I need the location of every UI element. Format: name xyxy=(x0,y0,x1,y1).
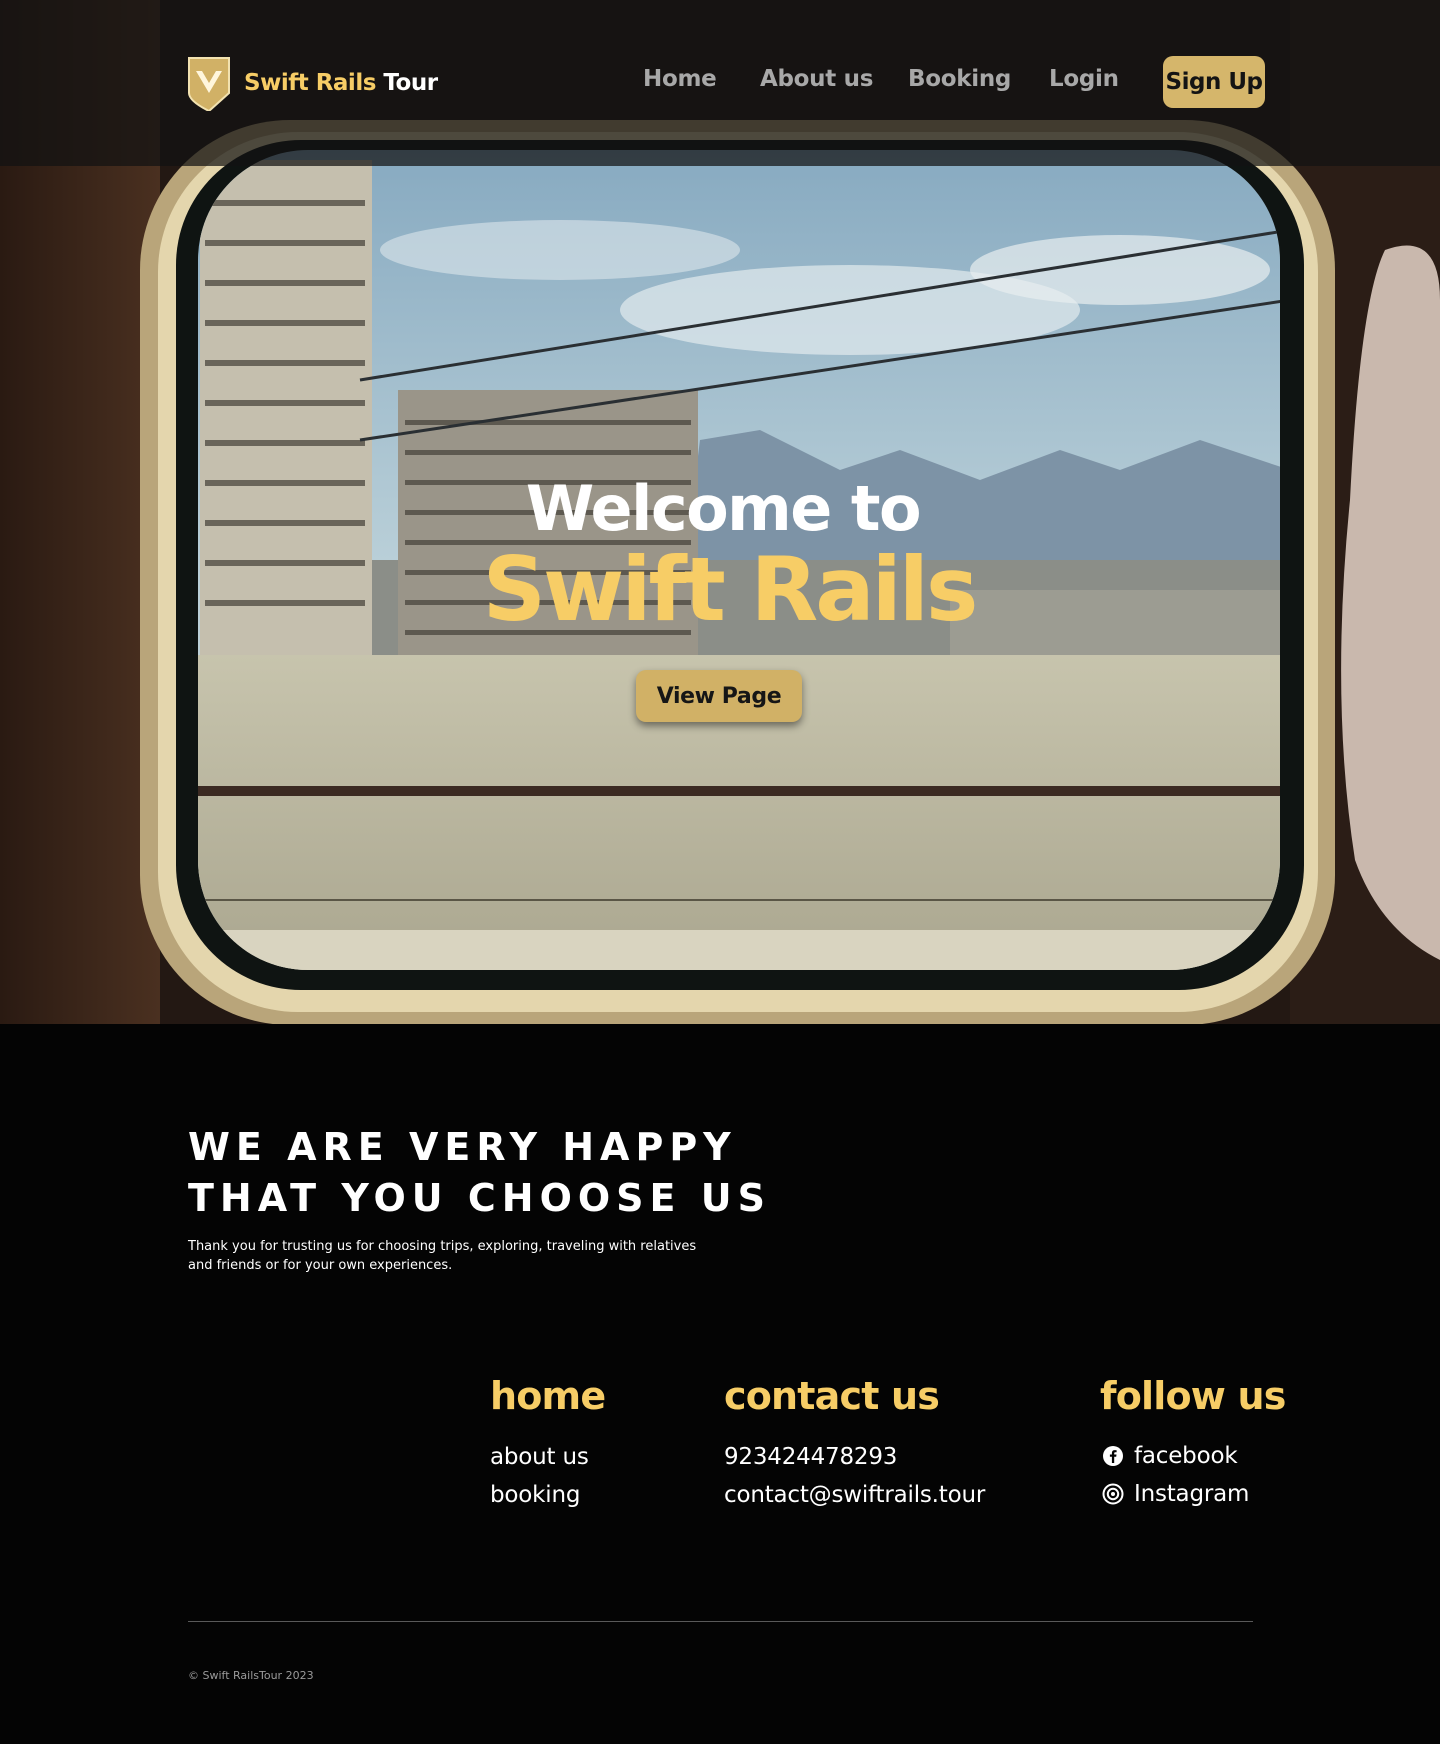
footer-contact-title: contact us xyxy=(724,1374,940,1418)
footer-contact-phone[interactable]: 923424478293 xyxy=(724,1444,897,1470)
instagram-icon xyxy=(1102,1483,1124,1505)
footer-instagram-link[interactable]: Instagram xyxy=(1102,1481,1249,1507)
about-text: Thank you for trusting us for choosing t… xyxy=(188,1237,728,1275)
about-heading: WE ARE VERY HAPPY THAT YOU CHOOSE US xyxy=(188,1122,771,1224)
about-text-line2: and friends or for your own experiences. xyxy=(188,1258,453,1273)
nav-login[interactable]: Login xyxy=(1049,66,1119,92)
hero-brand-title: Swift Rails xyxy=(482,538,979,641)
view-page-button[interactable]: View Page xyxy=(636,670,802,722)
footer-follow-title: follow us xyxy=(1100,1374,1286,1418)
logo[interactable]: Swift Rails Tour xyxy=(186,55,438,111)
nav-about-us[interactable]: About us xyxy=(760,66,873,92)
footer-link-about-us[interactable]: about us xyxy=(490,1444,589,1470)
hero-section: Swift Rails Tour Home About us Booking L… xyxy=(0,0,1440,1024)
footer-contact-email[interactable]: contact@swiftrails.tour xyxy=(724,1482,985,1508)
nav-home[interactable]: Home xyxy=(643,66,717,92)
copyright: © Swift RailsTour 2023 xyxy=(188,1669,314,1682)
logo-text: Swift Rails Tour xyxy=(244,70,438,96)
footer-link-booking[interactable]: booking xyxy=(490,1482,580,1508)
instagram-label: Instagram xyxy=(1134,1481,1250,1507)
footer-facebook-link[interactable]: facebook xyxy=(1102,1443,1238,1469)
hero-welcome: Welcome to xyxy=(525,472,922,545)
about-text-line1: Thank you for trusting us for choosing t… xyxy=(188,1239,697,1254)
logo-brand-gold: Swift Rails xyxy=(244,70,376,96)
nav-booking[interactable]: Booking xyxy=(908,66,1011,92)
facebook-icon xyxy=(1103,1446,1123,1466)
shield-logo-icon xyxy=(188,57,230,111)
navbar: Swift Rails Tour Home About us Booking L… xyxy=(0,0,1440,166)
facebook-label: facebook xyxy=(1134,1443,1238,1469)
about-heading-line2: THAT YOU CHOOSE US xyxy=(188,1176,771,1220)
signup-button[interactable]: Sign Up xyxy=(1163,56,1265,108)
footer-home-title[interactable]: home xyxy=(490,1374,606,1418)
footer-divider xyxy=(188,1621,1253,1622)
logo-brand-white: Tour xyxy=(383,70,438,96)
about-heading-line1: WE ARE VERY HAPPY xyxy=(188,1125,737,1169)
